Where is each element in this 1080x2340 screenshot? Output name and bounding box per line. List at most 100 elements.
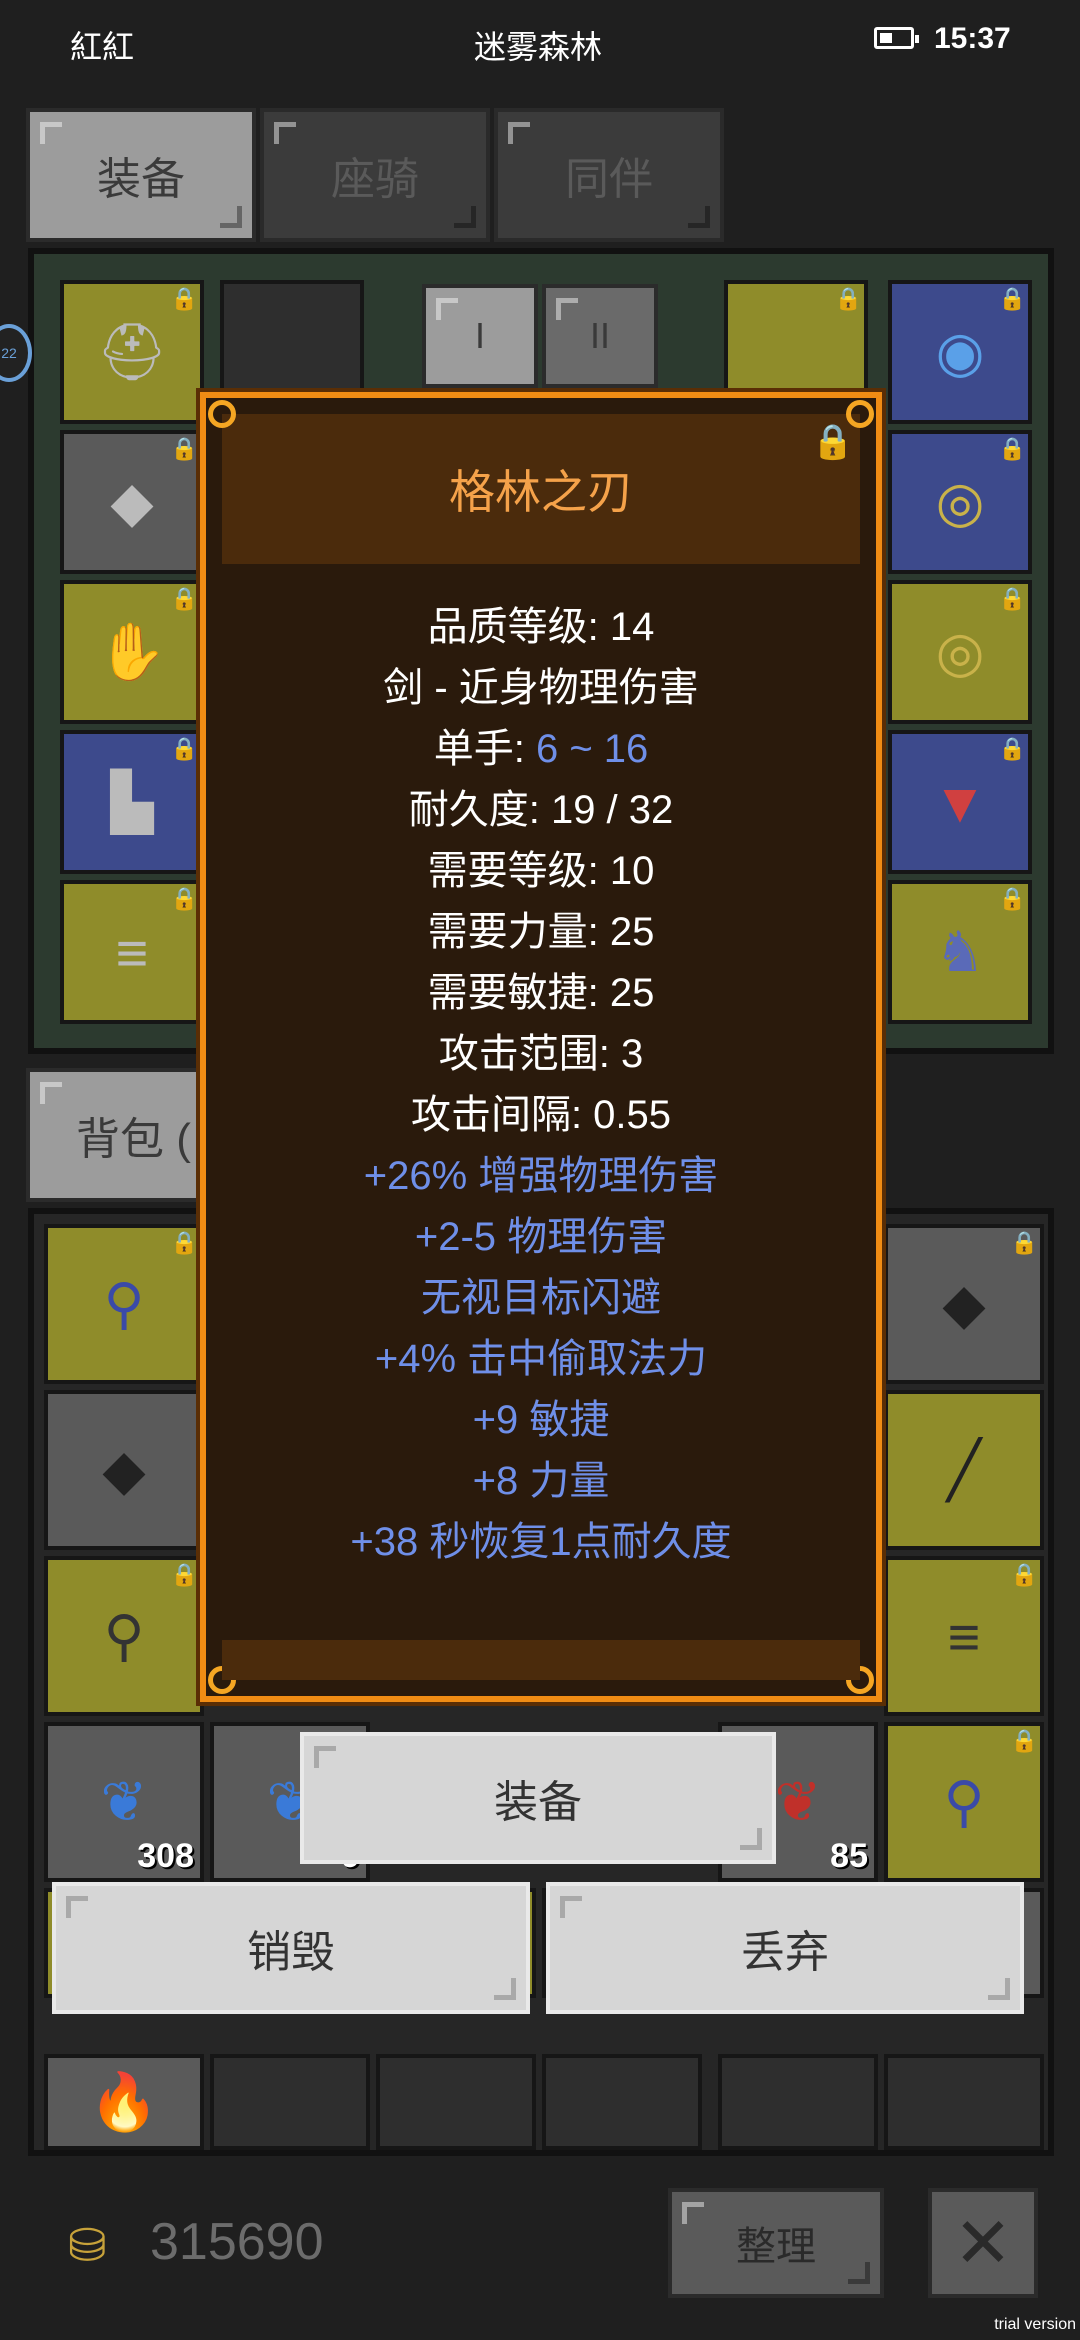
bag-slot[interactable]: 🔒 ⚲ (884, 1722, 1044, 1882)
tab-mount[interactable]: 座骑 (260, 108, 490, 242)
equip-button[interactable]: 装备 (300, 1732, 776, 1864)
ring-icon: ◎ (935, 470, 985, 533)
player-name: 紅紅 (70, 29, 135, 65)
bag-slot[interactable]: ╱ (884, 1390, 1044, 1550)
spear-icon: ╱ (947, 1438, 981, 1501)
bag-slot-empty[interactable] (210, 2054, 370, 2150)
tab-companion[interactable]: 同伴 (494, 108, 724, 242)
lock-icon: 🔒 (170, 736, 198, 761)
equip-slot-armor[interactable]: 🔒 ◆ (60, 430, 204, 574)
equip-slot-boots[interactable]: 🔒 ▙ (60, 730, 204, 874)
equip-slot-belt[interactable]: 🔒 ≡ (60, 880, 204, 1024)
item-attack-interval: 攻击间隔: 0.55 (410, 1093, 672, 1137)
item-affix: +4% 击中偷取法力 (374, 1337, 708, 1381)
equip-slot-pet[interactable]: 🔒 ♞ (888, 880, 1032, 1024)
staff-icon: ⚲ (943, 1770, 985, 1833)
damage-range: 6 ~ 16 (535, 727, 649, 771)
lock-icon: 🔒 (998, 736, 1026, 761)
item-count: 85 (830, 1837, 868, 1875)
equip-slot-amulet[interactable]: 🔒 ◉ (888, 280, 1032, 424)
bag-slot[interactable]: 🔥 (44, 2054, 204, 2150)
lock-icon: 🔒 (834, 286, 862, 311)
item-affix: +9 敏捷 (472, 1398, 610, 1442)
item-damage: 单手: 6 ~ 16 (206, 716, 876, 774)
bag-slot-empty[interactable] (542, 2054, 702, 2150)
fire-icon: 🔥 (89, 2070, 159, 2133)
lock-icon: 🔒 (1010, 1230, 1038, 1255)
item-req-strength: 需要力量: 25 (427, 910, 655, 954)
bag-slot-empty[interactable] (718, 2054, 878, 2150)
lock-icon[interactable]: 🔒 (812, 422, 854, 462)
belt-icon: ≡ (115, 920, 149, 984)
lock-icon: 🔒 (1010, 1562, 1038, 1587)
lock-icon: 🔒 (1010, 1728, 1038, 1753)
armor-icon: ◆ (110, 470, 154, 533)
lock-icon: 🔒 (998, 586, 1026, 611)
item-name: 格林之刃 (449, 466, 633, 518)
equip-slot-ring-1[interactable]: 🔒 ◎ (888, 430, 1032, 574)
item-quality: 品质等级: 14 (427, 605, 655, 649)
equip-slot-helmet[interactable]: 🔒 ⛑ (60, 280, 204, 424)
item-affix: +8 力量 (472, 1459, 610, 1503)
close-button[interactable]: ✕ (928, 2188, 1038, 2298)
mace-icon: ⚲ (103, 1604, 145, 1667)
red-wing-icon: ❦ (774, 1770, 822, 1833)
clock: 15:37 (934, 22, 1011, 55)
equip-page-2-label: II (589, 315, 610, 356)
lock-icon: 🔒 (170, 886, 198, 911)
equip-page-2-button[interactable]: II (542, 284, 658, 388)
equip-button-label: 装备 (494, 1778, 582, 1827)
discard-button[interactable]: 丢弃 (546, 1882, 1024, 2014)
tab-equipment[interactable]: 装备 (26, 108, 256, 242)
bag-slot[interactable]: ❦ 308 (44, 1722, 204, 1882)
hand-label: 单手: (433, 727, 536, 771)
item-count: 308 (137, 1837, 194, 1875)
equip-slot-ring-2[interactable]: 🔒 ◎ (888, 580, 1032, 724)
item-affix: +2-5 物理伤害 (414, 1215, 668, 1259)
gold-coins-icon: ⛁ (68, 2219, 107, 2271)
lock-icon: 🔒 (170, 1230, 198, 1255)
lock-icon: 🔒 (998, 886, 1026, 911)
item-tooltip-header: 格林之刃 (222, 414, 860, 564)
battery-icon (874, 27, 919, 49)
item-req-level: 需要等级: 10 (427, 849, 655, 893)
bag-slot-empty[interactable] (884, 2054, 1044, 2150)
belt-icon: ≡ (947, 1604, 981, 1668)
bag-slot[interactable]: ◆ (44, 1390, 204, 1550)
equip-slot-gloves[interactable]: 🔒 ✋ (60, 580, 204, 724)
armor-icon: ◆ (942, 1272, 986, 1335)
sort-button[interactable]: 整理 (668, 2188, 884, 2298)
lock-icon: 🔒 (170, 586, 198, 611)
watermark: trial version (994, 2316, 1076, 2333)
bag-slot[interactable]: 🔒 ≡ (884, 1556, 1044, 1716)
lock-icon: 🔒 (998, 286, 1026, 311)
gold-amount: 315690 (150, 2213, 324, 2271)
lock-icon: 🔒 (170, 436, 198, 461)
tab-equipment-label: 装备 (97, 155, 185, 204)
helmet-icon: ⛑ (96, 320, 168, 383)
boots-icon: ▙ (110, 770, 154, 833)
item-type: 剑 - 近身物理伤害 (383, 666, 699, 710)
lock-icon: 🔒 (170, 286, 198, 311)
bag-slot[interactable]: 🔒 ⚲ (44, 1556, 204, 1716)
destroy-button-label: 销毁 (247, 1928, 335, 1977)
item-affix: 无视目标闪避 (421, 1276, 661, 1320)
bird-icon: ♞ (934, 920, 986, 983)
ornament-corner (208, 400, 236, 428)
item-attack-range: 攻击范围: 3 (438, 1032, 644, 1076)
item-affix: +38 秒恢复1点耐久度 (350, 1520, 732, 1564)
location-title: 迷雾森林 (474, 29, 603, 65)
item-affix: +26% 增强物理伤害 (363, 1154, 719, 1198)
bag-slot[interactable]: 🔒 ◆ (884, 1224, 1044, 1384)
lock-icon: 🔒 (170, 1562, 198, 1587)
bag-slot[interactable]: 🔒 ⚲ (44, 1224, 204, 1384)
gloves-icon: ✋ (97, 620, 167, 683)
tab-bag-label: 背包 ( (76, 1115, 191, 1164)
bag-slot-empty[interactable] (376, 2054, 536, 2150)
cape-icon: ▼ (932, 770, 988, 834)
discard-button-label: 丢弃 (741, 1928, 829, 1977)
equip-slot-cape[interactable]: 🔒 ▼ (888, 730, 1032, 874)
destroy-button[interactable]: 销毁 (52, 1882, 530, 2014)
staff-icon: ⚲ (103, 1272, 145, 1335)
equip-page-1-button[interactable]: I (422, 284, 538, 388)
